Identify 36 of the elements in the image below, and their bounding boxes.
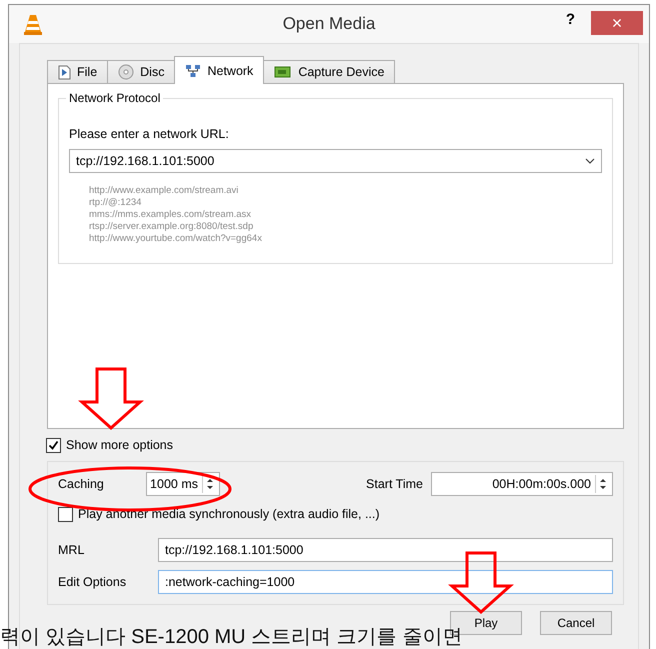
start-time-spinbox[interactable]: 00H:00m:00s.000 — [431, 472, 613, 496]
window-title: Open Media — [282, 14, 376, 34]
start-time-label: Start Time — [366, 477, 423, 491]
mrl-label: MRL — [58, 543, 86, 557]
chevron-icon — [585, 158, 595, 164]
checkbox-label: Play another media synchronously (extra audio file, ...) — [78, 507, 380, 521]
disc-icon — [118, 64, 134, 80]
url-combo-box[interactable]: tcp://192.168.1.101:5000 — [69, 149, 602, 173]
help-button[interactable]: ? — [562, 11, 579, 28]
network-icon — [185, 64, 202, 78]
checkbox[interactable] — [58, 506, 73, 522]
tab[interactable]: Disc — [107, 60, 176, 84]
url-prompt: Please enter a network URL: — [69, 127, 230, 141]
capture-card-icon — [274, 65, 292, 79]
traffic-cone-icon — [23, 13, 43, 35]
mrl-field[interactable]: tcp://192.168.1.101:5000 — [158, 538, 613, 562]
example-url: rtp://@:1234 — [89, 197, 142, 209]
edit-options-label: Edit Options — [58, 575, 128, 589]
example-url: rtsp://server.example.org:8080/test.sdp — [89, 221, 254, 233]
caching-spinbox[interactable]: 1000 ms — [146, 472, 220, 496]
cancel-button[interactable]: Cancel — [540, 611, 612, 635]
checkbox[interactable] — [46, 438, 61, 452]
group-title: Network Protocol — [66, 91, 164, 105]
tab[interactable]: File — [47, 60, 108, 84]
example-url: http://www.yourtube.com/watch?v=gg64x — [89, 233, 263, 245]
close-button[interactable]: × — [591, 11, 643, 35]
tab[interactable]: Capture Device — [263, 60, 396, 84]
document-icon — [58, 64, 71, 80]
tab[interactable]: Network — [174, 56, 264, 84]
checkbox-label: Show more options — [66, 438, 174, 452]
annotation-arrow — [80, 368, 142, 430]
annotation-arrow — [450, 552, 512, 614]
caching-label: Caching — [58, 477, 105, 491]
example-url: mms://mms.examples.com/stream.asx — [89, 209, 252, 221]
example-url: http://www.example.com/stream.avi — [89, 185, 240, 197]
edit-options-field[interactable]: :network-caching=1000 — [158, 570, 613, 594]
